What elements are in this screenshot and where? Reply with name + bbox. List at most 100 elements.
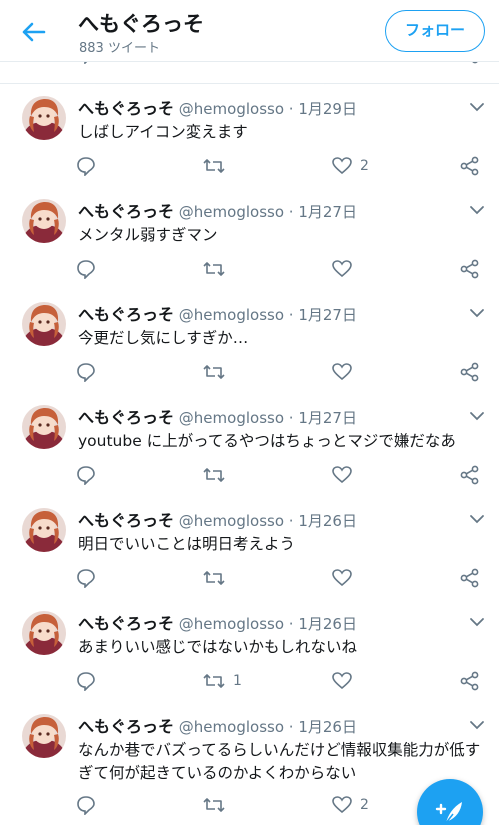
author-name[interactable]: へもぐろっそ — [78, 408, 174, 427]
like-button[interactable] — [332, 258, 360, 280]
retweet-button[interactable] — [203, 567, 233, 589]
reply-icon — [76, 259, 96, 279]
author-name[interactable]: へもぐろっそ — [78, 305, 174, 324]
separator-dot: · — [288, 718, 294, 736]
tweet-header: へもぐろっそ @hemoglosso · 1月27日 — [78, 198, 357, 222]
like-button[interactable]: 2 — [332, 794, 369, 816]
back-button[interactable] — [18, 18, 50, 46]
tweet-date[interactable]: 1月29日 — [298, 100, 357, 118]
author-name[interactable]: へもぐろっそ — [78, 202, 174, 221]
tweet-item[interactable]: へもぐろっそ @hemoglosso · 1月27日 今更だし気にしすぎか… — [0, 290, 499, 394]
chevron-down-icon[interactable] — [469, 407, 485, 421]
share-icon — [460, 156, 480, 176]
like-button[interactable] — [332, 670, 360, 692]
retweet-icon — [203, 157, 225, 175]
like-button[interactable] — [332, 567, 360, 589]
tweet-count: 883 ツイート — [79, 41, 160, 56]
separator-dot: · — [288, 409, 294, 427]
retweet-button[interactable] — [203, 464, 233, 486]
tweet-date[interactable]: 1月26日 — [298, 718, 357, 736]
chevron-down-icon[interactable] — [469, 716, 485, 730]
retweet-button[interactable] — [203, 258, 233, 280]
like-button[interactable] — [332, 464, 360, 486]
avatar[interactable] — [22, 199, 66, 243]
chevron-down-icon[interactable] — [469, 304, 485, 318]
avatar[interactable] — [22, 405, 66, 449]
tweet-actions — [76, 464, 486, 486]
reply-button[interactable] — [76, 670, 104, 692]
share-button[interactable] — [460, 361, 480, 383]
tweet-item[interactable]: へもぐろっそ @hemoglosso · 1月26日 明日でいいことは明日考えよう — [0, 496, 499, 600]
separator-dot: · — [288, 306, 294, 324]
share-button[interactable] — [460, 670, 480, 692]
tweet-item[interactable]: へもぐろっそ @hemoglosso · 1月27日 youtube に上がってる… — [0, 393, 499, 497]
avatar[interactable] — [22, 611, 66, 655]
tweet-header: へもぐろっそ @hemoglosso · 1月29日 — [78, 95, 357, 119]
tweet-date[interactable]: 1月27日 — [298, 409, 357, 427]
reply-icon — [76, 156, 96, 176]
author-handle: @hemoglosso — [178, 512, 284, 530]
avatar[interactable] — [22, 302, 66, 346]
share-button[interactable] — [460, 155, 480, 177]
reply-button[interactable] — [76, 155, 104, 177]
like-icon — [332, 672, 352, 690]
tweet-actions: 1 — [76, 670, 486, 692]
reply-icon — [76, 362, 96, 382]
reply-button[interactable] — [76, 361, 104, 383]
reply-button[interactable] — [76, 567, 104, 589]
author-name[interactable]: へもぐろっそ — [78, 717, 174, 736]
like-button[interactable]: 2 — [332, 155, 369, 177]
retweet-icon — [203, 260, 225, 278]
retweet-button[interactable] — [203, 361, 233, 383]
tweet-date[interactable]: 1月27日 — [298, 203, 357, 221]
tweet-actions — [76, 258, 486, 280]
chevron-down-icon[interactable] — [469, 510, 485, 524]
tweet-text: あまりいい感じではないかもしれないね — [78, 638, 358, 656]
share-button[interactable] — [460, 567, 480, 589]
separator-dot: · — [288, 512, 294, 530]
chevron-down-icon[interactable] — [469, 201, 485, 215]
arrow-left-icon — [22, 22, 46, 42]
chevron-down-icon[interactable] — [469, 98, 485, 112]
like-count: 2 — [360, 158, 369, 174]
tweet-text: なんか巷でバズってるらしいんだけど情報収集能力が低すぎて何が起きているのかよくわ… — [78, 741, 481, 782]
like-icon — [332, 466, 352, 484]
author-name[interactable]: へもぐろっそ — [78, 511, 174, 530]
reply-button[interactable] — [76, 464, 104, 486]
follow-button[interactable]: フォロー — [385, 10, 485, 52]
retweet-icon — [203, 796, 225, 814]
like-button[interactable] — [332, 361, 360, 383]
like-icon — [332, 796, 352, 814]
retweet-button[interactable]: 1 — [203, 670, 242, 692]
like-icon — [332, 157, 352, 175]
tweet-date[interactable]: 1月26日 — [298, 615, 357, 633]
tweet-text: 明日でいいことは明日考えよう — [78, 535, 296, 553]
tweet-actions — [76, 361, 486, 383]
share-button[interactable] — [460, 258, 480, 280]
profile-header: へもぐろっそ 883 ツイート フォロー — [0, 0, 499, 62]
reply-icon — [76, 795, 96, 815]
tweet-header: へもぐろっそ @hemoglosso · 1月26日 — [78, 507, 357, 531]
tweet-actions — [76, 567, 486, 589]
tweet-date[interactable]: 1月27日 — [298, 306, 357, 324]
avatar[interactable] — [22, 96, 66, 140]
retweet-button[interactable] — [203, 794, 233, 816]
tweet-item[interactable]: へもぐろっそ @hemoglosso · 1月27日 メンタル弱すぎマン — [0, 187, 499, 291]
reply-button[interactable] — [76, 258, 104, 280]
tweet-item[interactable]: へもぐろっそ @hemoglosso · 1月29日 しばしアイコン変えます 2 — [0, 84, 499, 188]
retweet-count: 1 — [233, 673, 242, 689]
author-name[interactable]: へもぐろっそ — [78, 99, 174, 118]
tweet-item[interactable]: へもぐろっそ @hemoglosso · 1月26日 あまりいい感じではないかもし… — [0, 599, 499, 703]
tweet-date[interactable]: 1月26日 — [298, 512, 357, 530]
share-button[interactable] — [460, 464, 480, 486]
reply-icon — [76, 568, 96, 588]
retweet-button[interactable] — [203, 155, 233, 177]
share-icon — [460, 362, 480, 382]
chevron-down-icon[interactable] — [469, 613, 485, 627]
author-name[interactable]: へもぐろっそ — [78, 614, 174, 633]
avatar[interactable] — [22, 508, 66, 552]
reply-button[interactable] — [76, 794, 104, 816]
retweet-icon — [203, 363, 225, 381]
like-icon — [332, 260, 352, 278]
avatar[interactable] — [22, 714, 66, 758]
